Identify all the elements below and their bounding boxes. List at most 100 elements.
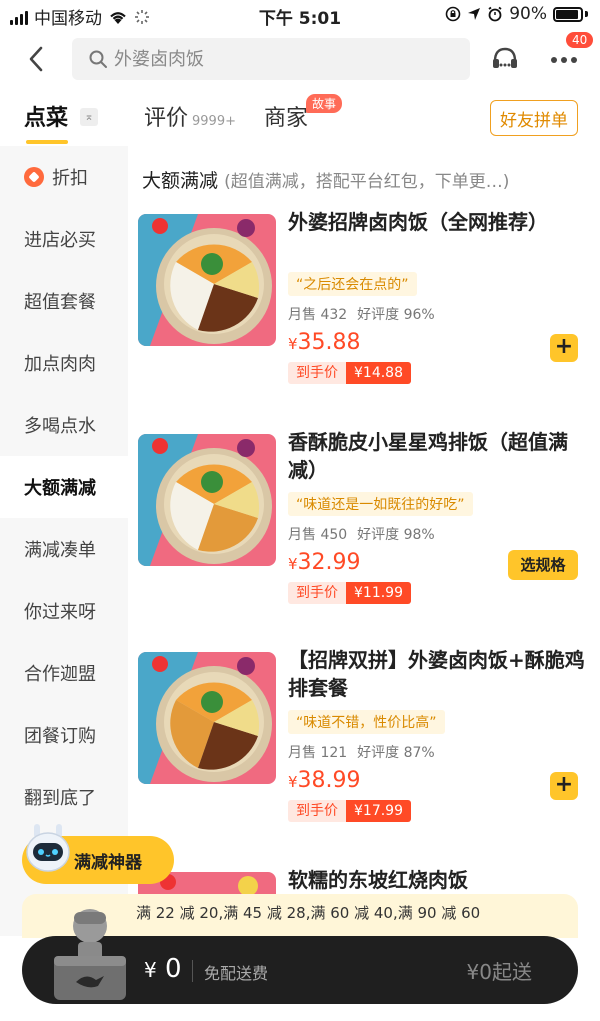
price-symbol: ¥ bbox=[288, 335, 298, 353]
product-rating: 好评度 96% bbox=[357, 307, 435, 323]
section-title: 大额满减 (超值满减，搭配平台红包，下单更…) bbox=[142, 166, 600, 193]
product-list: 大额满减 (超值满减，搭配平台红包，下单更…) 外婆招牌卤肉饭（全网推荐） “之… bbox=[128, 146, 600, 936]
more-icon[interactable] bbox=[546, 44, 582, 74]
status-right: 90% bbox=[445, 4, 588, 24]
sidebar-item-value-set[interactable]: 超值套餐 bbox=[0, 270, 128, 332]
final-price-tag: 到手价 ¥14.88 bbox=[288, 362, 411, 384]
final-price-value: ¥17.99 bbox=[346, 800, 411, 822]
cart-total: ¥ 0 bbox=[144, 954, 182, 984]
tab-dishes-label: 点菜 bbox=[24, 106, 69, 131]
search-icon bbox=[89, 50, 107, 68]
tab-merchant-label: 商家 bbox=[264, 106, 309, 131]
back-icon[interactable] bbox=[22, 44, 52, 74]
battery-icon bbox=[553, 6, 583, 22]
product-stats: 月售 450 好评度 98% bbox=[288, 524, 435, 544]
product-image[interactable] bbox=[138, 214, 276, 346]
section-description: (超值满减，搭配平台红包，下单更…) bbox=[224, 172, 510, 192]
tab-reviews-label: 评价 bbox=[144, 106, 189, 131]
product-name: 软糯的东坡红烧肉饭 bbox=[288, 868, 468, 892]
price-value: 32.99 bbox=[297, 550, 361, 575]
alarm-icon bbox=[488, 6, 502, 22]
location-icon bbox=[468, 8, 481, 20]
sidebar-item-label: 加点肉肉 bbox=[24, 354, 96, 375]
cart-bar[interactable]: ¥ 0 免配送费 ¥0起送 bbox=[22, 909, 578, 1004]
min-order-label: ¥0起送 bbox=[466, 960, 532, 984]
tab-merchant[interactable]: 商家 bbox=[264, 100, 308, 132]
product-stats: 月售 432 好评度 96% bbox=[288, 304, 435, 324]
product-item[interactable]: 【招牌双拼】外婆卤肉饭+酥脆鸡排套餐 “味道不错，性价比高” 月售 121 好评度… bbox=[138, 648, 590, 852]
tab-reviews[interactable]: 评价 9999+ bbox=[144, 100, 236, 132]
product-price: ¥38.99 bbox=[288, 768, 361, 793]
add-to-cart-button[interactable]: + bbox=[550, 772, 578, 800]
sidebar-item-drinks[interactable]: 多喝点水 bbox=[0, 394, 128, 456]
sidebar-item-bottom[interactable]: 翻到底了 bbox=[0, 766, 128, 828]
product-name: 香酥脆皮小星星鸡排饭（超值满减） bbox=[288, 430, 568, 482]
product-item[interactable]: 外婆招牌卤肉饭（全网推荐） “之后还会在点的” 月售 432 好评度 96% ¥3… bbox=[138, 210, 590, 414]
add-to-cart-button[interactable]: + bbox=[550, 334, 578, 362]
search-input[interactable] bbox=[114, 48, 434, 70]
delivery-fee: 免配送费 bbox=[204, 964, 269, 983]
sidebar-item-big-discount[interactable]: 大额满减 bbox=[0, 456, 128, 518]
sidebar-item-label: 满减凑单 bbox=[24, 540, 96, 561]
sidebar-item-label: 大额满减 bbox=[24, 478, 96, 499]
product-rating: 好评度 98% bbox=[357, 527, 435, 543]
sidebar-item-group-order[interactable]: 团餐订购 bbox=[0, 704, 128, 766]
cart-total-value: 0 bbox=[165, 954, 182, 984]
story-badge: 故事 bbox=[306, 94, 343, 113]
final-price-value: ¥14.88 bbox=[346, 362, 411, 384]
product-quote: “味道还是一如既往的好吃” bbox=[288, 492, 473, 516]
cart-divider bbox=[192, 960, 193, 982]
product-name: 【招牌双拼】外婆卤肉饭+酥脆鸡排套餐 bbox=[288, 648, 585, 700]
sidebar-item-label: 多喝点水 bbox=[24, 416, 96, 437]
product-sales: 月售 450 bbox=[288, 527, 348, 543]
sidebar-item-must-buy[interactable]: 进店必买 bbox=[0, 208, 128, 270]
tab-bar: 点菜 ⌅ 评价 9999+ 商家 故事 好友拼单 bbox=[0, 94, 600, 144]
choose-spec-button[interactable]: 选规格 bbox=[508, 550, 578, 580]
product-image[interactable] bbox=[138, 434, 276, 566]
search-box[interactable] bbox=[72, 38, 470, 80]
discount-helper-label: 满减神器 bbox=[74, 852, 142, 873]
price-value: 38.99 bbox=[297, 768, 361, 793]
sidebar-item-come-here[interactable]: 你过来呀 bbox=[0, 580, 128, 642]
tab-dishes[interactable]: 点菜 bbox=[24, 100, 69, 144]
sidebar-item-discount[interactable]: 折扣 bbox=[0, 146, 128, 208]
discount-tag-icon bbox=[24, 167, 44, 187]
final-price-tag: 到手价 ¥17.99 bbox=[288, 800, 411, 822]
final-price-value: ¥11.99 bbox=[346, 582, 411, 604]
price-value: 35.88 bbox=[297, 330, 361, 355]
product-image[interactable] bbox=[138, 652, 276, 784]
collapse-up-icon[interactable]: ⌅ bbox=[80, 108, 98, 126]
sidebar-item-franchise[interactable]: 合作迦盟 bbox=[0, 642, 128, 704]
product-quote: “味道不错，性价比高” bbox=[288, 710, 445, 734]
cart-currency: ¥ bbox=[144, 958, 157, 982]
status-bar: 中国移动 下午 5:01 90% bbox=[0, 0, 600, 30]
sidebar-item-label: 折扣 bbox=[52, 168, 88, 189]
product-price: ¥32.99 bbox=[288, 550, 361, 575]
price-symbol: ¥ bbox=[288, 555, 298, 573]
final-price-label: 到手价 bbox=[288, 582, 346, 604]
sidebar-item-label: 翻到底了 bbox=[24, 788, 96, 809]
final-price-label: 到手价 bbox=[288, 362, 346, 384]
product-item[interactable]: 香酥脆皮小星星鸡排饭（超值满减） “味道还是一如既往的好吃” 月售 450 好评度… bbox=[138, 430, 590, 634]
final-price-label: 到手价 bbox=[288, 800, 346, 822]
product-sales: 月售 432 bbox=[288, 307, 348, 323]
robot-mascot-icon[interactable] bbox=[24, 822, 72, 878]
product-name: 外婆招牌卤肉饭（全网推荐） bbox=[288, 210, 548, 234]
tab-active-indicator bbox=[26, 140, 68, 144]
product-rating: 好评度 87% bbox=[357, 745, 435, 761]
sidebar-item-label: 合作迦盟 bbox=[24, 664, 96, 685]
category-sidebar: 折扣 进店必买 超值套餐 加点肉肉 多喝点水 大额满减 满减凑单 你过来呀 合作… bbox=[0, 146, 128, 936]
sidebar-item-filler[interactable]: 满减凑单 bbox=[0, 518, 128, 580]
sidebar-item-label: 你过来呀 bbox=[24, 602, 96, 623]
sidebar-item-extra-meat[interactable]: 加点肉肉 bbox=[0, 332, 128, 394]
header: 40 bbox=[0, 32, 600, 82]
product-quote: “之后还会在点的” bbox=[288, 272, 417, 296]
sidebar-item-label: 团餐订购 bbox=[24, 726, 96, 747]
sidebar-item-label: 超值套餐 bbox=[24, 292, 96, 313]
friend-order-button[interactable]: 好友拼单 bbox=[490, 100, 578, 136]
delivery-rider-icon[interactable] bbox=[48, 902, 132, 1006]
product-stats: 月售 121 好评度 87% bbox=[288, 742, 435, 762]
customer-service-icon[interactable] bbox=[490, 44, 520, 74]
battery-percent: 90% bbox=[509, 4, 547, 24]
product-sales: 月售 121 bbox=[288, 745, 348, 761]
